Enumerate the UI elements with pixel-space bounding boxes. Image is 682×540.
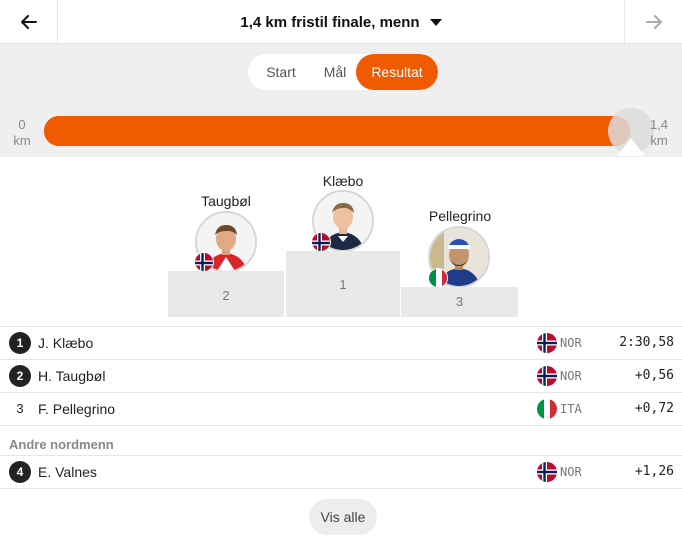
view-tabs: Start Mål Resultat [248, 54, 438, 90]
event-selector[interactable]: 1,4 km fristil finale, menn [58, 0, 624, 44]
tab-resultat[interactable]: Resultat [356, 54, 438, 90]
podium-name-third: Pellegrino [428, 208, 492, 224]
result-row[interactable]: 2 H. Taugbøl NOR +0,56 [0, 359, 682, 392]
event-title: 1,4 km fristil finale, menn [240, 13, 420, 31]
result-row[interactable]: 3 F. Pellegrino ITA +0,72 [0, 392, 682, 425]
tab-maal[interactable]: Mål [314, 54, 356, 90]
flag-italy-icon [428, 268, 448, 288]
progress-fill [44, 116, 630, 146]
athlete-name: F. Pellegrino [38, 401, 116, 417]
nation-code: ITA [560, 402, 582, 416]
row-divider [0, 488, 682, 489]
progress-end-label: 1,4 km [645, 117, 673, 149]
progress-start-label: 0 km [8, 117, 36, 149]
section-heading: Andre nordmenn [9, 437, 114, 452]
arrow-right-icon [645, 15, 662, 29]
progress-start-value: 0 [18, 117, 26, 132]
athlete-name: H. Taugbøl [38, 368, 106, 384]
progress-end-unit: km [650, 133, 668, 148]
result-row[interactable]: 1 J. Klæbo NOR 2:30,58 [0, 326, 682, 359]
result-row[interactable]: 4 E. Valnes NOR +1,26 [0, 455, 682, 488]
rank-badge: 4 [9, 461, 31, 483]
rank-badge: 2 [9, 365, 31, 387]
nation-code: NOR [560, 465, 582, 479]
result-time: +0,72 [634, 401, 674, 416]
rank-number: 3 [16, 401, 24, 416]
progress-pointer [617, 138, 645, 156]
athlete-name: E. Valnes [38, 464, 97, 480]
progress-start-unit: km [13, 133, 31, 148]
flag-norway-icon [537, 333, 557, 353]
forward-button[interactable] [624, 0, 682, 44]
podium-step-first: 1 [286, 251, 400, 317]
flag-norway-icon [311, 232, 331, 252]
show-all-button[interactable]: Vis alle [309, 499, 377, 535]
podium-step-second: 2 [168, 271, 284, 317]
header-bar: 1,4 km fristil finale, menn [0, 0, 682, 44]
rank-badge: 1 [9, 332, 31, 354]
result-time: +0,56 [634, 368, 674, 383]
flag-norway-icon [537, 462, 557, 482]
podium-step-third: 3 [401, 287, 518, 317]
result-time: +1,26 [634, 464, 674, 479]
podium-name-second: Taugbøl [201, 193, 251, 209]
flag-italy-icon [537, 399, 557, 419]
progress-end-value: 1,4 [649, 117, 669, 132]
tab-start[interactable]: Start [248, 54, 314, 90]
podium-name-first: Klæbo [322, 173, 364, 189]
flag-norway-icon [537, 366, 557, 386]
flag-norway-icon [194, 252, 214, 272]
result-time: 2:30,58 [619, 335, 674, 350]
nation-code: NOR [560, 336, 582, 350]
progress-track[interactable] [44, 116, 630, 146]
nation-code: NOR [560, 369, 582, 383]
caret-down-icon [429, 18, 442, 26]
arrow-left-icon [20, 15, 37, 29]
athlete-name: J. Klæbo [38, 335, 94, 351]
back-button[interactable] [0, 0, 58, 44]
